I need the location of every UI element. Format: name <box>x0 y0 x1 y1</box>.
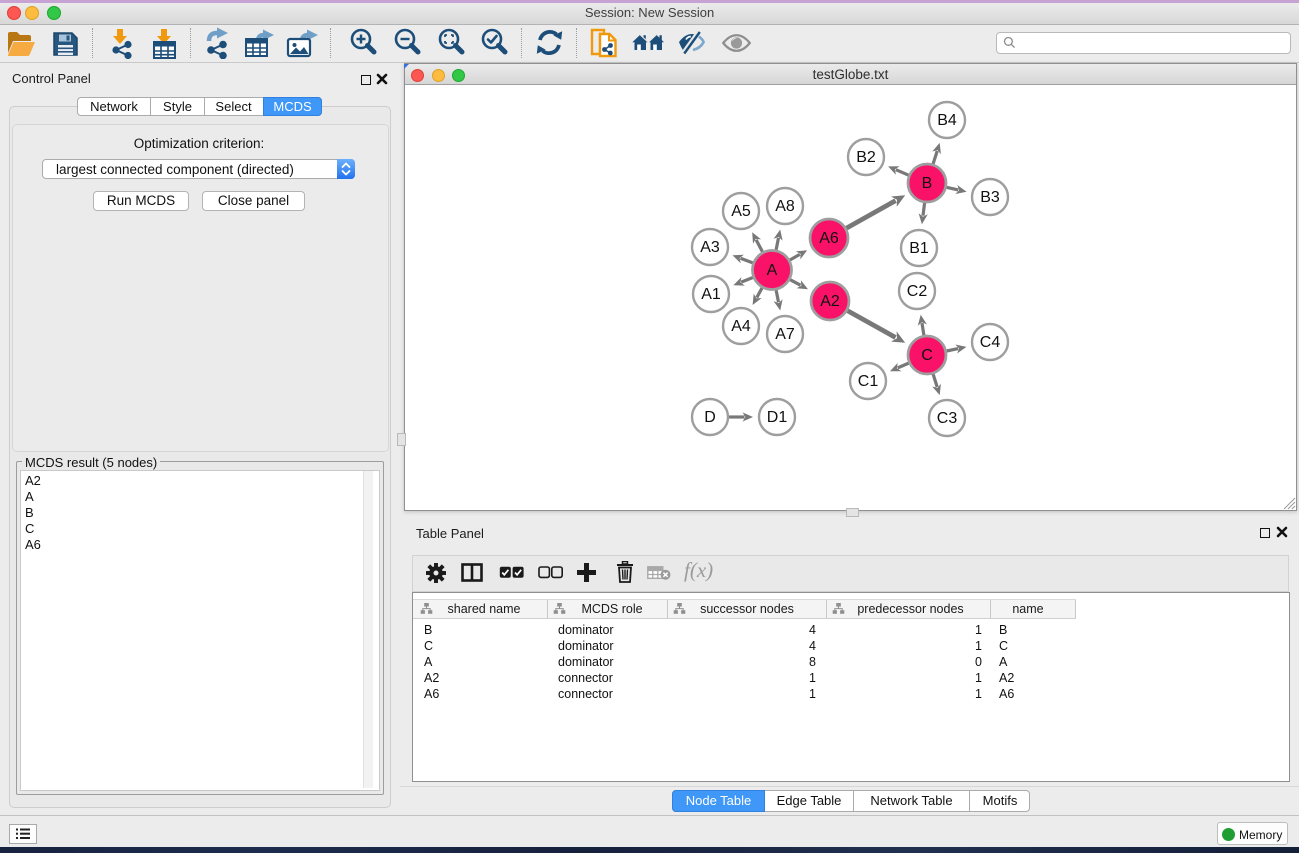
svg-text:C1: C1 <box>858 373 879 390</box>
svg-text:B2: B2 <box>856 149 876 166</box>
svg-text:D: D <box>704 409 716 426</box>
svg-text:B: B <box>922 175 933 192</box>
svg-text:A6: A6 <box>819 230 839 247</box>
svg-text:C4: C4 <box>980 334 1001 351</box>
svg-text:C2: C2 <box>907 283 928 300</box>
svg-text:D1: D1 <box>767 409 788 426</box>
svg-text:A7: A7 <box>775 326 795 343</box>
svg-text:A: A <box>767 262 778 279</box>
svg-text:A5: A5 <box>731 203 751 220</box>
svg-text:A1: A1 <box>701 286 721 303</box>
svg-text:C3: C3 <box>937 410 958 427</box>
svg-text:C: C <box>921 347 933 364</box>
svg-text:B1: B1 <box>909 240 929 257</box>
svg-text:B3: B3 <box>980 189 1000 206</box>
svg-text:A2: A2 <box>820 293 840 310</box>
svg-text:A8: A8 <box>775 198 795 215</box>
svg-text:B4: B4 <box>937 112 957 129</box>
svg-text:A3: A3 <box>700 239 720 256</box>
svg-text:A4: A4 <box>731 318 751 335</box>
